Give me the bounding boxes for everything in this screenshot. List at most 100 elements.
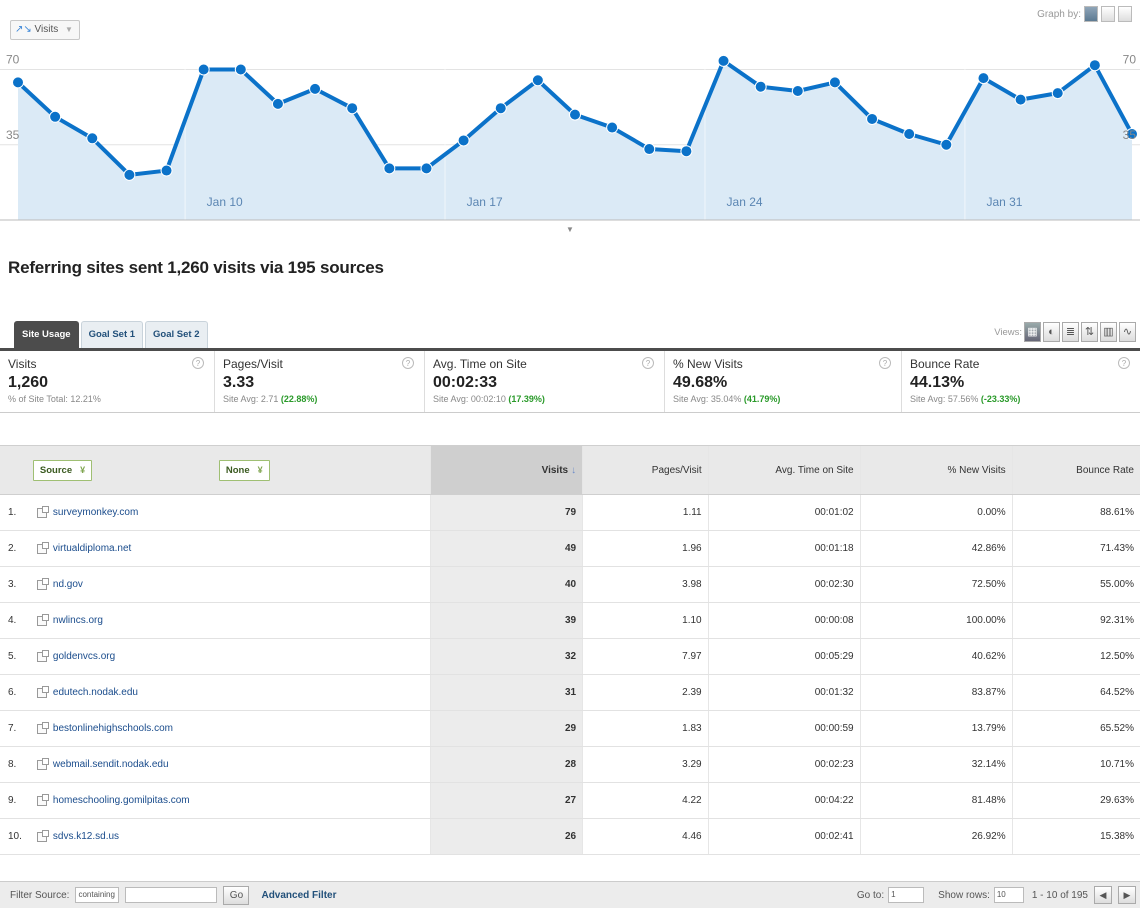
source-link[interactable]: sdvs.k12.sd.us <box>27 819 213 854</box>
bounce-rate-cell: 29.63% <box>1012 783 1140 818</box>
tab-goal-set-2[interactable]: Goal Set 2 <box>145 321 208 349</box>
secondary-dimension-cell <box>213 819 432 854</box>
scorecard-new-visits: % New Visits 49.68% Site Avg: 35.04% (41… <box>665 351 902 412</box>
filter-mode-select[interactable]: containing <box>75 887 120 903</box>
external-link-icon[interactable] <box>36 649 49 662</box>
secondary-dimension-cell <box>212 639 432 674</box>
external-link-icon[interactable] <box>36 721 49 734</box>
chart-collapse-handle[interactable]: ▼ <box>555 226 585 234</box>
source-label[interactable]: surveymonkey.com <box>53 507 138 518</box>
help-icon[interactable]: ? <box>879 357 891 369</box>
table-view-icon[interactable]: ▦ <box>1024 322 1041 342</box>
avg-time-cell: 00:02:30 <box>708 567 861 602</box>
goto-input[interactable]: 1 <box>888 887 925 903</box>
data-point <box>309 82 322 95</box>
metric-dropdown[interactable]: ↗↘ Visits ▼ <box>10 20 80 40</box>
comparison-view-icon[interactable]: ⇅ <box>1081 322 1098 342</box>
table-row: 9. homeschooling.gomilpitas.com 27 4.22 00:0… <box>0 783 1140 819</box>
source-link[interactable]: nwlincs.org <box>27 603 213 638</box>
external-link-icon[interactable] <box>36 685 49 698</box>
scorecard-sub: Site Avg: 00:02:10 (17.39%) <box>433 394 545 404</box>
external-link-icon[interactable] <box>36 541 49 554</box>
filter-go-button[interactable]: Go <box>223 885 250 905</box>
new-visits-cell: 100.00% <box>861 603 1013 638</box>
source-link[interactable]: edutech.nodak.edu <box>27 675 213 710</box>
performance-view-icon[interactable]: ≣ <box>1062 322 1079 342</box>
bounce-rate-column-header[interactable]: Bounce Rate <box>1012 446 1140 494</box>
avg-time-cell: 00:01:32 <box>709 675 861 710</box>
source-link[interactable]: nd.gov <box>26 567 213 602</box>
external-link-icon[interactable] <box>36 505 49 518</box>
graph-by-month-button[interactable] <box>1118 6 1132 22</box>
source-label[interactable]: sdvs.k12.sd.us <box>53 831 119 842</box>
pages-visit-column-header[interactable]: Pages/Visit <box>583 446 709 494</box>
data-point <box>1051 87 1064 100</box>
source-link[interactable]: bestonlinehighschools.com <box>26 711 213 746</box>
help-icon[interactable]: ? <box>402 357 414 369</box>
secondary-dimension-button[interactable]: None ¥ <box>218 459 270 481</box>
x-tick-label: Jan 10 <box>207 195 243 209</box>
source-label[interactable]: nwlincs.org <box>53 615 103 626</box>
next-page-icon[interactable]: ▶ <box>1118 886 1136 904</box>
pie-view-icon[interactable]: ◐ <box>1043 322 1060 342</box>
view-switcher: Views: ▦ ◐ ≣ ⇅ ▥ ∿ <box>994 322 1136 342</box>
external-link-icon[interactable] <box>36 757 49 770</box>
source-link[interactable]: webmail.sendit.nodak.edu <box>27 747 213 782</box>
pivot-view-icon[interactable]: ▥ <box>1100 322 1117 342</box>
source-link[interactable]: goldenvcs.org <box>26 639 213 674</box>
source-link[interactable]: homeschooling.gomilpitas.com <box>26 783 213 818</box>
tab-goal-set-1[interactable]: Goal Set 1 <box>80 321 144 349</box>
prev-page-icon[interactable]: ◀ <box>1094 886 1112 904</box>
secondary-dimension-cell <box>212 567 432 602</box>
source-label[interactable]: homeschooling.gomilpitas.com <box>53 795 190 806</box>
source-link[interactable]: surveymonkey.com <box>26 495 213 530</box>
report-tabs: Site Usage Goal Set 1 Goal Set 2 <box>14 321 208 349</box>
filter-input[interactable] <box>125 887 218 903</box>
row-index: 1. <box>0 495 27 530</box>
scorecard-label: Bounce Rate <box>910 357 980 371</box>
graph-by-day-button[interactable] <box>1084 6 1098 22</box>
y-tick-label: 70 <box>6 53 20 67</box>
external-link-icon[interactable] <box>36 829 49 842</box>
source-label[interactable]: bestonlinehighschools.com <box>53 723 173 734</box>
visits-cell: 28 <box>431 747 584 782</box>
avg-time-column-header[interactable]: Avg. Time on Site <box>708 446 861 494</box>
source-link[interactable]: virtualdiploma.net <box>27 531 213 566</box>
new-visits-column-header[interactable]: % New Visits <box>860 446 1013 494</box>
primary-dimension-button[interactable]: Source ¥ <box>32 459 93 481</box>
tab-site-usage[interactable]: Site Usage <box>14 321 79 349</box>
data-point <box>49 110 62 123</box>
scorecards: Visits 1,260 % of Site Total: 12.21% ? P… <box>0 351 1140 413</box>
external-link-icon[interactable] <box>36 577 49 590</box>
help-icon[interactable]: ? <box>642 357 654 369</box>
visits-column-header[interactable]: Visits ↓ <box>431 446 584 494</box>
scorecard-sub: % of Site Total: 12.21% <box>8 394 101 404</box>
help-icon[interactable]: ? <box>1118 357 1130 369</box>
sparkline-view-icon[interactable]: ∿ <box>1119 322 1136 342</box>
row-index: 4. <box>8 615 17 626</box>
visits-cell: 26 <box>431 819 584 854</box>
source-label[interactable]: webmail.sendit.nodak.edu <box>53 759 169 770</box>
x-tick-label: Jan 17 <box>467 195 503 209</box>
source-label[interactable]: goldenvcs.org <box>53 651 115 662</box>
source-label[interactable]: edutech.nodak.edu <box>53 687 138 698</box>
scorecard-sub: Site Avg: 35.04% (41.79%) <box>673 394 781 404</box>
row-index: 8. <box>8 759 17 770</box>
graph-by-week-button[interactable] <box>1101 6 1115 22</box>
advanced-filter-link[interactable]: Advanced Filter <box>261 890 336 901</box>
chart-toolbar: ↗↘ Visits ▼ Graph by: <box>0 0 1140 42</box>
secondary-dimension-cell <box>213 531 432 566</box>
index-header <box>0 446 27 494</box>
new-visits-cell: 72.50% <box>860 567 1013 602</box>
data-point <box>977 72 990 85</box>
external-link-icon[interactable] <box>36 613 49 626</box>
graph-by-controls: Graph by: <box>1037 6 1132 22</box>
show-rows-select[interactable]: 10 <box>993 887 1024 903</box>
source-label[interactable]: virtualdiploma.net <box>53 543 131 554</box>
row-index: 9. <box>0 783 27 818</box>
y-tick-label-right: 70 <box>1123 53 1137 67</box>
data-point <box>903 128 916 140</box>
help-icon[interactable]: ? <box>192 357 204 369</box>
source-label[interactable]: nd.gov <box>53 579 83 590</box>
external-link-icon[interactable] <box>36 793 49 806</box>
